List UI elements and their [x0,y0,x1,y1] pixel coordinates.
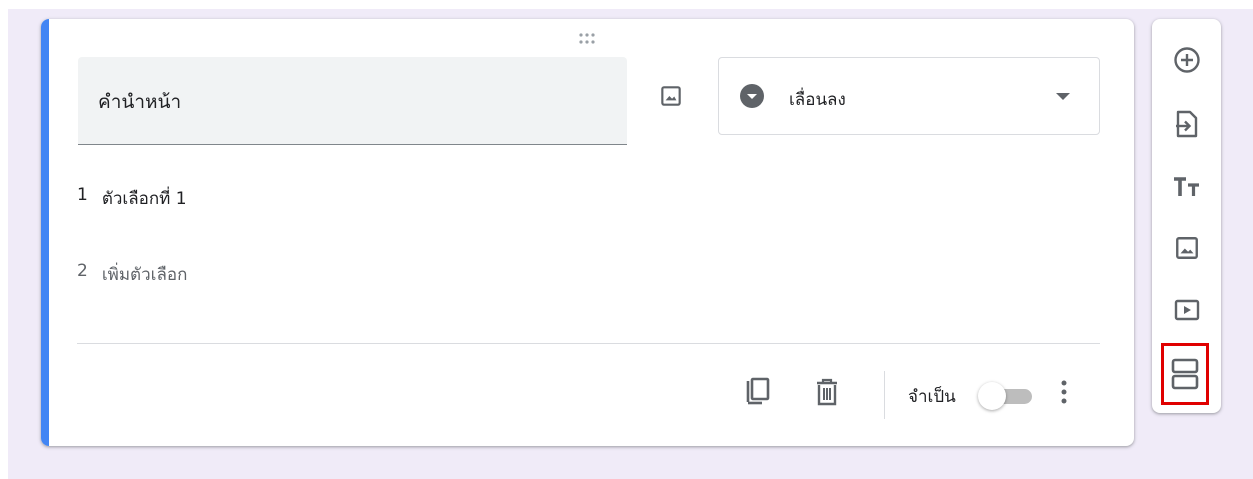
trash-icon [817,378,837,406]
add-option-item[interactable]: 2 เพิ่มตัวเลือก [77,261,187,288]
more-vert-icon [1061,380,1067,404]
question-type-label: เลื่อนลง [789,90,846,110]
add-option-label[interactable]: เพิ่มตัวเลือก [102,261,188,288]
add-title-button[interactable] [1169,169,1205,205]
image-icon [661,86,681,106]
dropdown-circle-icon [740,84,764,108]
drag-handle-icon[interactable] [577,31,601,45]
add-circle-icon [1174,47,1200,73]
option-number: 1 [77,185,88,205]
card-accent-bar [41,19,49,446]
video-icon [1174,299,1200,321]
title-text-icon [1174,177,1199,196]
section-icon [1171,358,1199,390]
import-icon [1176,110,1198,138]
add-image-toolbar-button[interactable] [1169,230,1205,266]
toggle-thumb [978,382,1006,410]
option-label[interactable]: ตัวเลือกที่ 1 [102,185,187,212]
footer-separator [884,371,885,419]
question-title-field[interactable]: คำนำหน้า [78,57,627,145]
import-questions-button[interactable] [1169,106,1205,142]
side-toolbar [1152,19,1221,413]
caret-down-icon [1056,93,1070,100]
delete-button[interactable] [810,375,844,409]
add-image-button[interactable] [655,80,687,112]
question-card[interactable]: คำนำหน้า เลื่อนลง 1 ตัวเลือกที่ 1 2 เพิ่… [41,19,1134,446]
duplicate-button[interactable] [740,375,774,409]
add-question-button[interactable] [1169,42,1205,78]
add-video-button[interactable] [1169,292,1205,328]
image-icon [1176,237,1198,259]
required-label: จำเป็น [908,387,956,407]
required-toggle[interactable] [978,381,1034,411]
copy-icon [746,377,770,405]
option-number: 2 [77,261,88,281]
question-title-text[interactable]: คำนำหน้า [98,87,181,117]
more-options-button[interactable] [1047,375,1081,409]
question-type-select[interactable]: เลื่อนลง [718,57,1100,135]
add-section-button[interactable] [1161,343,1209,405]
option-item[interactable]: 1 ตัวเลือกที่ 1 [77,185,187,212]
footer-divider [77,343,1100,344]
